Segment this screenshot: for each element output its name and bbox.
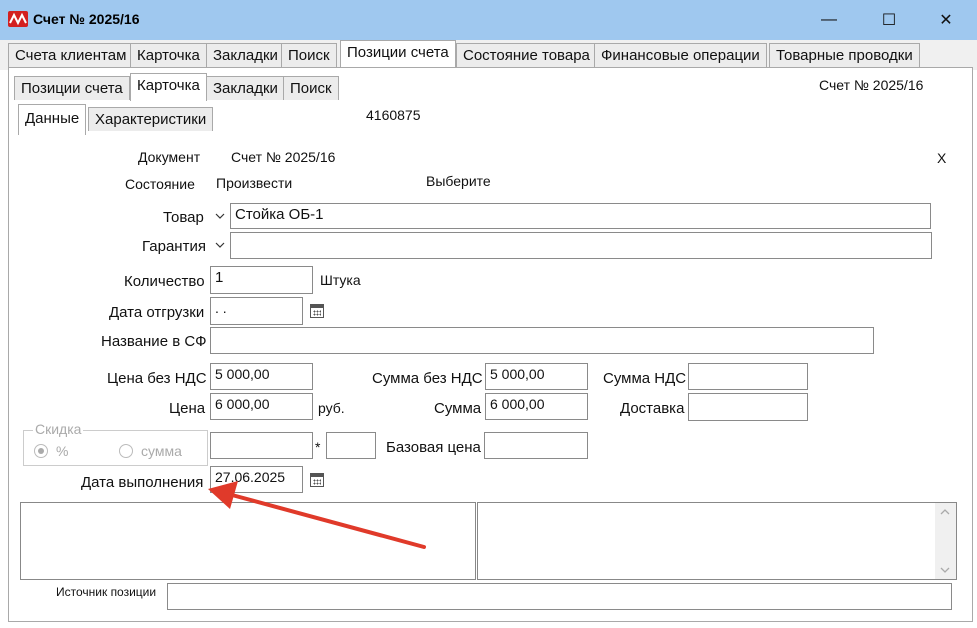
done-date-field[interactable]: 27.06.2025 [210, 466, 303, 493]
discount-field[interactable] [210, 432, 313, 459]
calendar-icon[interactable] [310, 473, 324, 487]
done-date-label: Дата выполнения [81, 474, 204, 491]
tab-invoices[interactable]: Счета клиентам [8, 43, 134, 67]
discount-percent-radio[interactable] [34, 444, 48, 458]
notes-textarea-left[interactable] [20, 502, 476, 580]
tab-invoice-items[interactable]: Позиции счета [340, 40, 456, 67]
sum-no-vat-field[interactable]: 5 000,00 [485, 363, 588, 390]
goods-field[interactable]: Стойка ОБ-1 [230, 203, 931, 229]
discount-sum-label: сумма [141, 443, 182, 459]
price-field[interactable]: 6 000,00 [210, 393, 313, 420]
subtab-bookmarks[interactable]: Закладки [206, 76, 285, 100]
base-price-field[interactable] [484, 432, 588, 459]
unit-label: Штука [320, 272, 361, 288]
tab-search[interactable]: Поиск [281, 43, 337, 67]
state-value[interactable]: Произвести [216, 175, 292, 191]
subtab-card[interactable]: Карточка [130, 73, 207, 101]
warranty-label: Гарантия [142, 238, 206, 255]
close-card-button[interactable]: X [937, 150, 946, 166]
price-no-vat-label: Цена без НДС [107, 370, 207, 387]
state-label: Состояние [125, 176, 195, 192]
tab-bookmarks[interactable]: Закладки [206, 43, 285, 67]
quantity-field[interactable]: 1 [210, 266, 313, 294]
tab-goods-entries[interactable]: Товарные проводки [769, 43, 920, 67]
base-price-label: Базовая цена [386, 439, 481, 456]
discount-sum-radio[interactable] [119, 444, 133, 458]
innertab-data[interactable]: Данные [18, 104, 87, 135]
discount-percent-label: % [56, 443, 69, 459]
goods-label: Товар [163, 209, 204, 226]
sum-no-vat-label: Сумма без НДС [372, 370, 483, 387]
quantity-label: Количество [124, 273, 205, 290]
invoice-number-label: Счет № 2025/16 [819, 77, 924, 93]
app-logo-icon [8, 11, 28, 27]
invoice-name-label: Название в СФ [101, 333, 207, 350]
tab-financial-ops[interactable]: Финансовые операции [594, 43, 767, 67]
delivery-field[interactable] [688, 393, 808, 421]
sum-label: Сумма [434, 400, 482, 417]
calendar-icon[interactable] [310, 304, 324, 318]
source-label: Источник позиции [56, 585, 157, 599]
warranty-field[interactable] [230, 232, 932, 259]
vat-sum-field[interactable] [688, 363, 808, 390]
multiplier-sign: * [315, 439, 321, 455]
minimize-button[interactable]: — [801, 0, 857, 40]
discount-label: Скидка [33, 421, 84, 437]
innertab-characteristics[interactable]: Характеристики [88, 107, 214, 131]
close-window-button[interactable]: ✕ [918, 0, 974, 40]
document-value: Счет № 2025/16 [231, 149, 336, 165]
vat-sum-label: Сумма НДС [603, 370, 687, 387]
subtab-search[interactable]: Поиск [283, 76, 339, 100]
delivery-label: Доставка [620, 400, 685, 417]
currency-label: руб. [318, 400, 345, 416]
maximize-button[interactable]: ☐ [861, 0, 917, 40]
ship-date-field[interactable]: . . [210, 297, 303, 325]
sum-field[interactable]: 6 000,00 [485, 393, 588, 420]
scroll-up-icon[interactable] [940, 508, 950, 516]
ship-date-label: Дата отгрузки [109, 304, 205, 321]
tab-goods-state[interactable]: Состояние товара [456, 43, 597, 67]
scroll-down-icon[interactable] [940, 566, 950, 574]
price-no-vat-field[interactable]: 5 000,00 [210, 363, 313, 390]
multiplier-field[interactable] [326, 432, 376, 459]
notes-textarea-right[interactable] [477, 502, 957, 580]
source-field[interactable] [167, 583, 952, 610]
window-title: Счет № 2025/16 [33, 11, 140, 27]
chevron-down-icon[interactable] [215, 211, 225, 221]
position-code: 4160875 [366, 107, 421, 123]
invoice-name-field[interactable] [210, 327, 874, 354]
chevron-down-icon[interactable] [215, 240, 225, 250]
document-label: Документ [138, 149, 201, 165]
subtab-invoice-items[interactable]: Позиции счета [14, 76, 130, 100]
price-label: Цена [169, 400, 206, 417]
choose-link[interactable]: Выберите [426, 173, 491, 189]
tab-card[interactable]: Карточка [130, 43, 207, 67]
